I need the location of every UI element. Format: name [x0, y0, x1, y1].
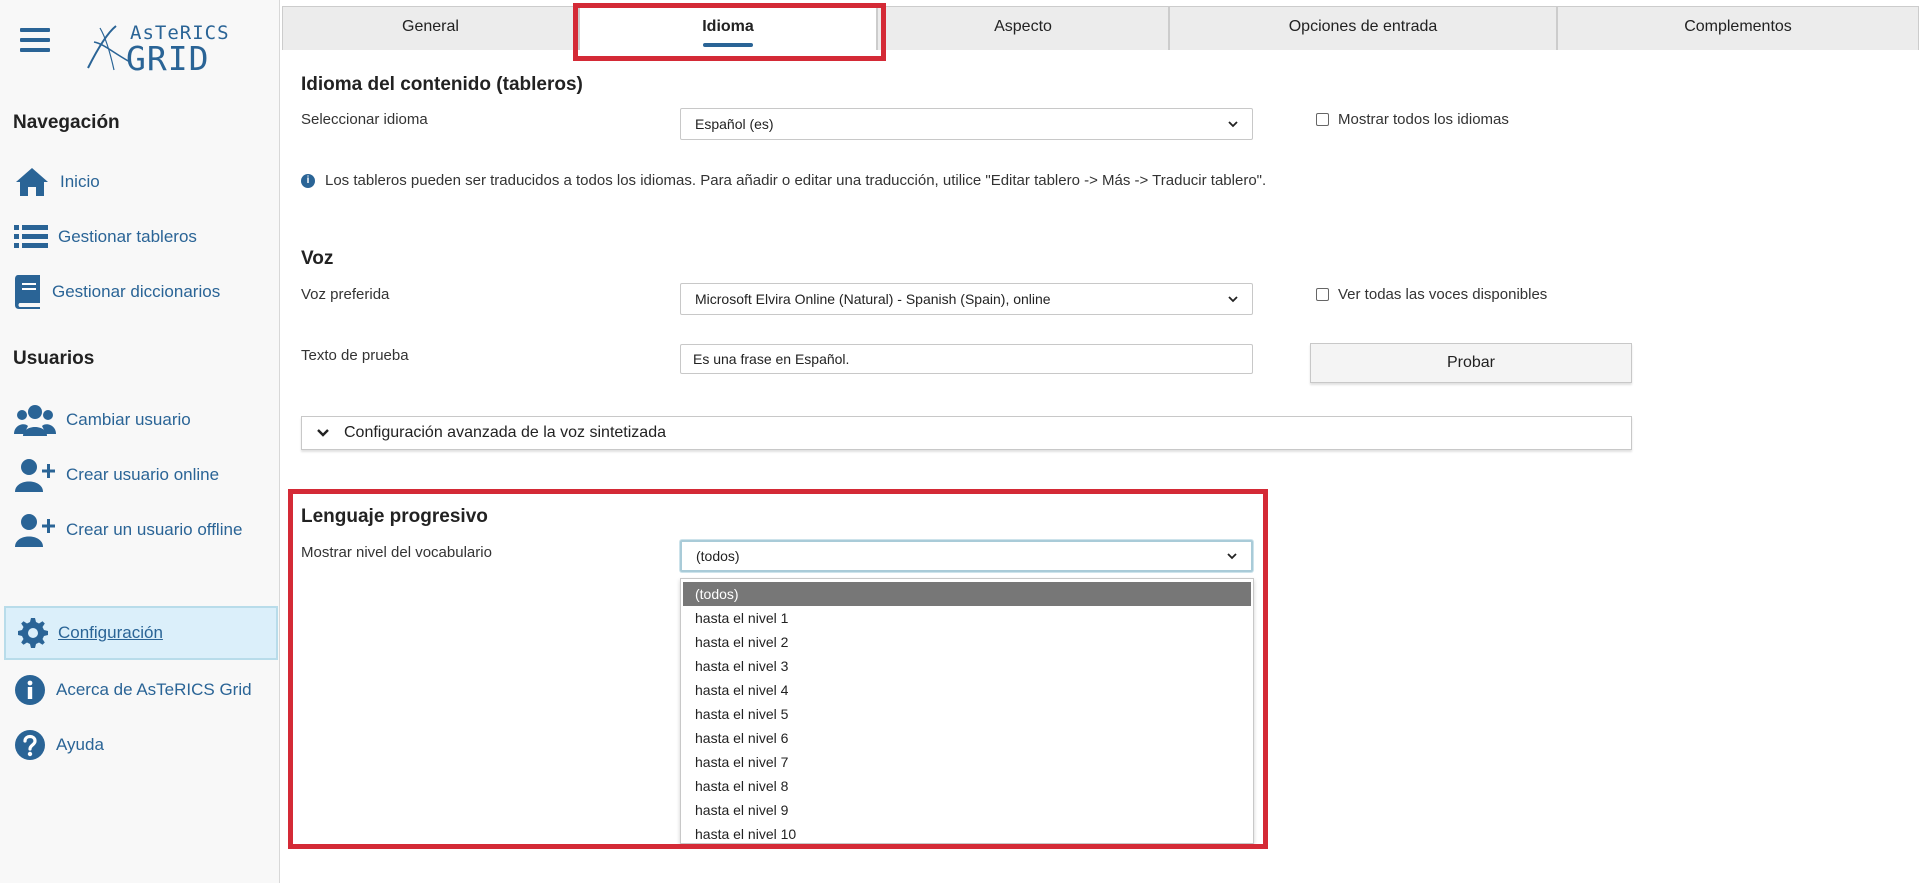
tab-label: Complementos — [1684, 18, 1792, 35]
checkbox-label: Ver todas las voces disponibles — [1338, 286, 1548, 303]
language-select-value: Español (es) — [695, 116, 774, 132]
checkbox-box[interactable] — [1316, 113, 1329, 126]
translation-info: i Los tableros pueden ser traducidos a t… — [301, 172, 1266, 189]
nav-heading: Navegación — [13, 112, 120, 133]
sidebar-item-label: Configuración — [58, 623, 163, 642]
chevron-down-icon — [1228, 296, 1238, 303]
content-language-title: Idioma del contenido (tableros) — [301, 74, 583, 95]
chevron-down-icon — [1227, 553, 1237, 560]
progressive-language-title: Lenguaje progresivo — [301, 506, 488, 527]
sidebar-item-create-online-user[interactable]: Crear usuario online — [14, 453, 219, 497]
dropdown-option[interactable]: hasta el nivel 1 — [681, 606, 1253, 630]
active-tab-indicator — [703, 43, 753, 47]
sidebar-item-create-offline-user[interactable]: Crear un usuario offline — [14, 508, 242, 552]
select-language-label: Seleccionar idioma — [301, 111, 428, 128]
voice-title: Voz — [301, 248, 334, 269]
tab-input-options[interactable]: Opciones de entrada — [1169, 6, 1557, 50]
tab-label: Aspecto — [994, 18, 1052, 35]
users-heading: Usuarios — [13, 348, 95, 369]
vocabulary-level-value: (todos) — [696, 548, 740, 564]
dropdown-option[interactable]: hasta el nivel 9 — [681, 798, 1253, 822]
test-voice-button[interactable]: Probar — [1310, 343, 1632, 383]
dropdown-option[interactable]: hasta el nivel 10 — [681, 822, 1253, 846]
sidebar: AsTeRICS GRID Navegación Inicio Gestiona… — [0, 0, 280, 883]
tab-general[interactable]: General — [282, 6, 579, 50]
sidebar-item-manage-dictionaries[interactable]: Gestionar diccionarios — [14, 270, 220, 314]
tab-label: Opciones de entrada — [1288, 18, 1438, 35]
show-all-voices-checkbox[interactable]: Ver todas las voces disponibles — [1316, 286, 1547, 303]
dropdown-option[interactable]: hasta el nivel 4 — [681, 678, 1253, 702]
hamburger-menu-icon[interactable] — [20, 28, 50, 54]
tab-plugins[interactable]: Complementos — [1557, 6, 1919, 50]
vocabulary-level-select[interactable]: (todos) — [680, 540, 1253, 572]
language-select[interactable]: Español (es) — [680, 108, 1253, 140]
info-circle-icon: i — [301, 173, 315, 188]
sidebar-item-home[interactable]: Inicio — [14, 160, 100, 204]
test-text-input[interactable] — [680, 344, 1253, 374]
users-icon — [14, 405, 56, 436]
chevron-down-icon — [1228, 121, 1238, 128]
dropdown-option[interactable]: hasta el nivel 7 — [681, 750, 1253, 774]
show-all-languages-checkbox[interactable]: Mostrar todos los idiomas — [1316, 111, 1509, 128]
preferred-voice-value: Microsoft Elvira Online (Natural) - Span… — [695, 291, 1051, 307]
gear-icon — [18, 618, 48, 648]
sidebar-item-about[interactable]: Acerca de AsTeRICS Grid — [14, 668, 252, 712]
sidebar-item-label: Crear usuario online — [66, 465, 220, 484]
dropdown-option[interactable]: hasta el nivel 3 — [681, 654, 1253, 678]
advanced-voice-settings-toggle[interactable]: Configuración avanzada de la voz sinteti… — [301, 416, 1632, 450]
user-plus-icon — [15, 459, 55, 492]
test-text-label: Texto de prueba — [301, 347, 409, 364]
advanced-voice-settings-label: Configuración avanzada de la voz sinteti… — [344, 424, 666, 441]
list-icon — [14, 225, 48, 248]
vocabulary-level-label: Mostrar nivel del vocabulario — [301, 544, 492, 561]
vocabulary-level-dropdown: (todos) hasta el nivel 1 hasta el nivel … — [680, 578, 1254, 844]
app-logo: AsTeRICS GRID — [86, 22, 229, 78]
preferred-voice-select[interactable]: Microsoft Elvira Online (Natural) - Span… — [680, 283, 1253, 315]
dropdown-option[interactable]: hasta el nivel 5 — [681, 702, 1253, 726]
sidebar-item-manage-boards[interactable]: Gestionar tableros — [14, 215, 197, 259]
checkbox-label: Mostrar todos los idiomas — [1338, 111, 1509, 128]
tab-appearance[interactable]: Aspecto — [877, 6, 1169, 50]
tab-language[interactable]: Idioma — [579, 6, 877, 50]
logo-text-main: GRID — [126, 39, 210, 78]
dropdown-option[interactable]: hasta el nivel 6 — [681, 726, 1253, 750]
home-icon — [16, 168, 48, 196]
sidebar-item-change-user[interactable]: Cambiar usuario — [14, 398, 191, 442]
settings-tabs: General Idioma Aspecto Opciones de entra… — [282, 6, 1919, 50]
dropdown-option[interactable]: hasta el nivel 2 — [681, 630, 1253, 654]
translation-info-text: Los tableros pueden ser traducidos a tod… — [325, 172, 1267, 189]
sidebar-item-label: Cambiar usuario — [66, 410, 191, 429]
sidebar-item-help[interactable]: Ayuda — [14, 723, 104, 767]
preferred-voice-label: Voz preferida — [301, 286, 390, 303]
sidebar-item-label: Acerca de AsTeRICS Grid — [56, 680, 252, 699]
sidebar-item-label: Gestionar diccionarios — [52, 282, 221, 301]
sidebar-item-label: Crear un usuario offline — [66, 520, 243, 539]
settings-content: Idioma del contenido (tableros) Seleccio… — [282, 50, 1919, 883]
dropdown-option[interactable]: hasta el nivel 8 — [681, 774, 1253, 798]
sidebar-item-label: Gestionar tableros — [58, 227, 197, 246]
checkbox-box[interactable] — [1316, 288, 1329, 301]
sidebar-item-label: Ayuda — [56, 735, 104, 754]
book-icon — [15, 275, 40, 309]
chevron-down-icon — [317, 429, 329, 437]
dropdown-option[interactable]: (todos) — [683, 582, 1251, 606]
sidebar-item-label: Inicio — [60, 172, 100, 191]
info-icon — [15, 675, 45, 705]
user-plus-icon — [15, 514, 55, 547]
sidebar-item-settings[interactable]: Configuración — [4, 606, 278, 660]
tab-label: Idioma — [702, 18, 754, 35]
tab-label: General — [402, 18, 459, 35]
question-icon — [15, 730, 45, 760]
